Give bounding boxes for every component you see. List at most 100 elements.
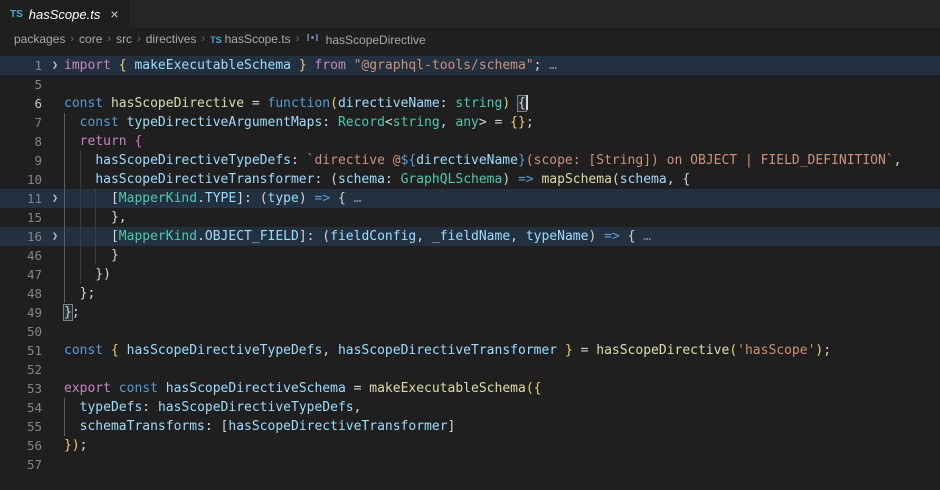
code-token: GraphQLSchema (401, 172, 503, 187)
code-token: const (64, 343, 111, 358)
code-line[interactable]: 51const { hasScopeDirectiveTypeDefs, has… (0, 341, 940, 360)
code-line-content: }; (64, 284, 940, 303)
chevron-right-icon: › (135, 33, 143, 45)
chevron-right-icon: › (68, 33, 76, 45)
code-token: ) (502, 172, 518, 187)
tab-title: hasScope.ts (29, 7, 101, 22)
code-token: } (299, 58, 307, 73)
code-token: ${ (401, 153, 417, 168)
code-token: string (455, 96, 502, 111)
breadcrumb-symbol-label: hasScopeDirective (322, 33, 425, 47)
code-token: const (80, 115, 127, 130)
code-line[interactable]: 1❯import { makeExecutableSchema } from "… (0, 56, 940, 75)
code-line-content: const typeDirectiveArgumentMaps: Record<… (64, 113, 940, 132)
tab-bar-empty-space (129, 0, 940, 28)
code-line-content: }; (64, 303, 940, 322)
breadcrumb-item-file[interactable]: TShasScope.ts (210, 32, 291, 46)
code-line-content: schemaTransforms: [hasScopeDirectiveTran… (64, 417, 940, 436)
fold-column (46, 322, 64, 341)
fold-chevron-icon[interactable]: ❯ (46, 56, 64, 75)
fold-chevron-icon[interactable]: ❯ (46, 227, 64, 246)
code-token: type (268, 191, 299, 206)
code-line[interactable]: 53export const hasScopeDirectiveSchema =… (0, 379, 940, 398)
code-line[interactable]: 50 (0, 322, 940, 341)
code-line[interactable]: 55 schemaTransforms: [hasScopeDirectiveT… (0, 417, 940, 436)
fold-column (46, 455, 64, 474)
fold-chevron-icon[interactable]: ❯ (46, 189, 64, 208)
code-token: : (142, 400, 158, 415)
code-token: any (455, 115, 478, 130)
fold-column (46, 170, 64, 189)
code-token: ( (330, 96, 338, 111)
fold-column (46, 436, 64, 455)
code-line-content: }, (64, 208, 940, 227)
close-tab-icon[interactable]: × (110, 7, 118, 21)
indent-guide (64, 132, 65, 151)
code-line-content (64, 360, 940, 379)
code-token: ; (823, 343, 831, 358)
line-number: 15 (0, 208, 46, 227)
code-line[interactable]: 48 }; (0, 284, 940, 303)
code-line[interactable]: 5 (0, 75, 940, 94)
line-number: 11 (0, 189, 46, 208)
code-token: "@graphql-tools/schema" (354, 58, 534, 73)
line-number: 7 (0, 113, 46, 132)
code-token: ]: ( (299, 229, 330, 244)
code-token: = (346, 381, 369, 396)
code-line[interactable]: 7 const typeDirectiveArgumentMaps: Recor… (0, 113, 940, 132)
code-token: hasScopeDirective (596, 343, 729, 358)
code-token: hasScopeDirectiveTransformer (228, 419, 447, 434)
line-number: 54 (0, 398, 46, 417)
code-line[interactable]: 16❯ [MapperKind.OBJECT_FIELD]: (fieldCon… (0, 227, 940, 246)
code-token: : (322, 115, 338, 130)
code-line[interactable]: 54 typeDefs: hasScopeDirectiveTypeDefs, (0, 398, 940, 417)
breadcrumb-item-symbol[interactable]: hasScopeDirective (304, 31, 425, 47)
code-line[interactable]: 8 return { (0, 132, 940, 151)
fold-column (46, 113, 64, 132)
code-token (64, 115, 80, 130)
tab-hasscope[interactable]: TS hasScope.ts × (0, 0, 129, 28)
code-editor[interactable]: 1❯import { makeExecutableSchema } from "… (0, 50, 940, 490)
code-line[interactable]: 49}; (0, 303, 940, 322)
code-line-content (64, 455, 940, 474)
line-number: 50 (0, 322, 46, 341)
code-token: (scope: [String]) on OBJECT | FIELD_DEFI… (526, 153, 894, 168)
indent-guide (64, 398, 65, 417)
code-line[interactable]: 57 (0, 455, 940, 474)
code-line-content: return { (64, 132, 940, 151)
code-token: [ (64, 191, 119, 206)
code-token: { (330, 191, 353, 206)
code-line[interactable]: 46 } (0, 246, 940, 265)
code-token: ; (526, 115, 534, 130)
code-token: { (111, 343, 119, 358)
code-line[interactable]: 6const hasScopeDirective = function(dire… (0, 94, 940, 113)
code-token: import (64, 58, 119, 73)
fold-column (46, 246, 64, 265)
text-cursor (526, 95, 528, 110)
breadcrumb-item-packages[interactable]: packages (14, 32, 65, 46)
code-line[interactable]: 11❯ [MapperKind.TYPE]: (type) => { … (0, 189, 940, 208)
code-line[interactable]: 56}); (0, 436, 940, 455)
indent-guide (80, 227, 81, 246)
code-token: makeExecutableSchema (369, 381, 526, 396)
breadcrumb-item-core[interactable]: core (79, 32, 102, 46)
indent-guide (95, 208, 96, 227)
code-line[interactable]: 15 }, (0, 208, 940, 227)
code-line[interactable]: 10 hasScopeDirectiveTransformer: (schema… (0, 170, 940, 189)
code-token: schema (620, 172, 667, 187)
code-token: > = (479, 115, 510, 130)
line-number: 49 (0, 303, 46, 322)
code-token: … (354, 191, 362, 206)
code-line[interactable]: 9 hasScopeDirectiveTypeDefs: `directive … (0, 151, 940, 170)
code-line[interactable]: 47 }) (0, 265, 940, 284)
code-token: hasScopeDirectiveSchema (166, 381, 346, 396)
breadcrumb-item-src[interactable]: src (116, 32, 132, 46)
indent-guide (80, 151, 81, 170)
fold-column (46, 265, 64, 284)
breadcrumb-item-directives[interactable]: directives (146, 32, 197, 46)
indent-guide (95, 189, 96, 208)
code-token: ; (72, 305, 80, 320)
code-line[interactable]: 52 (0, 360, 940, 379)
code-token: return (80, 134, 135, 149)
fold-column (46, 341, 64, 360)
